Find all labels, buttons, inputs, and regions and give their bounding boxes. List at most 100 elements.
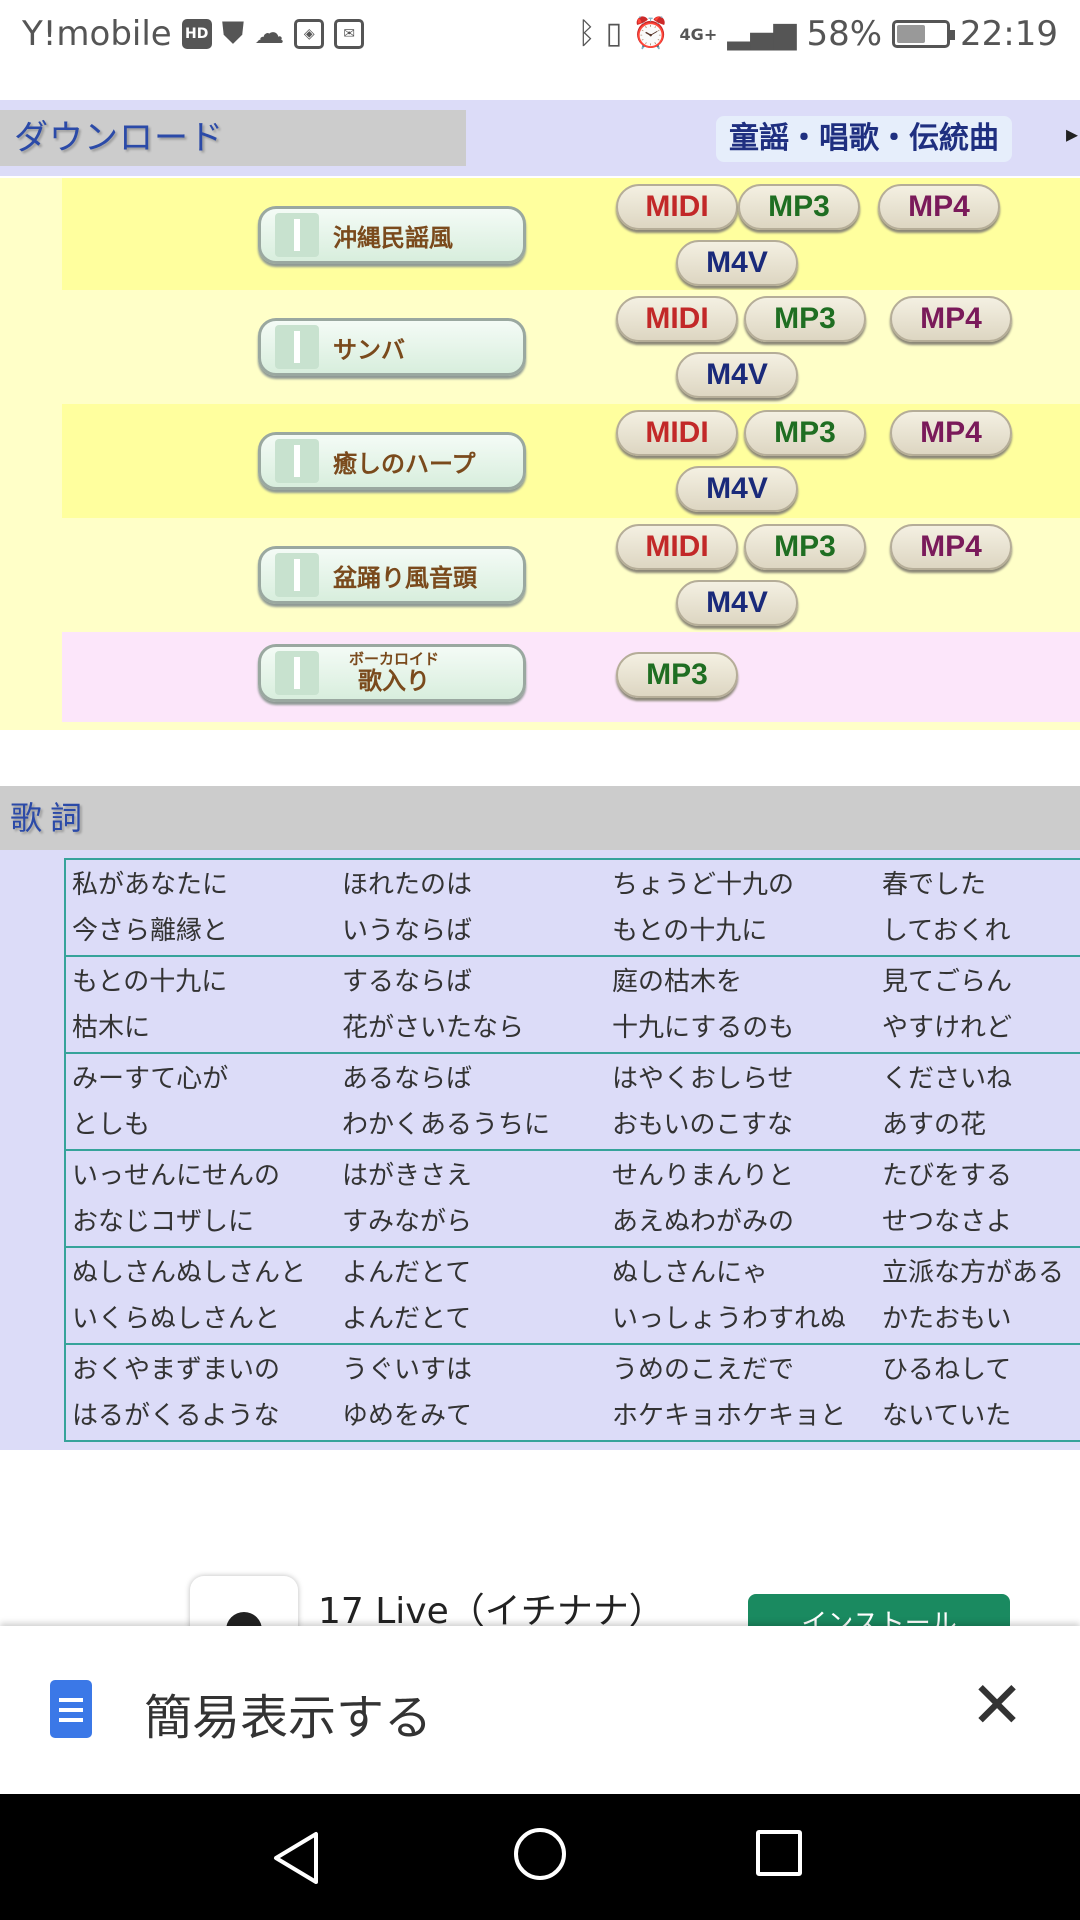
- navigation-bar: [0, 1794, 1080, 1920]
- format-mp3-button[interactable]: MP3: [744, 524, 866, 570]
- lyrics-verse: みーすて心が あるならば はやくおしらせ くださいね としも わかくあるうちに おもいのこす…: [64, 1054, 1080, 1151]
- document-icon: [50, 1680, 92, 1738]
- format-midi-button[interactable]: MIDI: [616, 296, 738, 342]
- lyrics-verse: おくやまずまいの うぐいすは うめのこえだで ひるねして はるがくるような ゆめをみて ホケ…: [64, 1345, 1080, 1442]
- lyrics-phrase: よんだとて: [342, 1258, 472, 1288]
- lyrics-phrase: 春でした: [882, 870, 987, 900]
- format-mp3-button[interactable]: MP3: [738, 184, 860, 230]
- lyrics-phrase: くださいね: [882, 1064, 1013, 1094]
- style-label: ボーカロイド 歌入り: [349, 651, 439, 695]
- install-button[interactable]: インストール: [748, 1594, 1010, 1630]
- carrier-label: Y!mobile: [22, 14, 172, 54]
- lyrics-verse: 私があなたに ほれたのは ちょうど十九の 春でした 今さら離縁と いうならば もとの十九に し…: [64, 860, 1080, 957]
- lyrics-phrase: おもいのこすな: [612, 1110, 793, 1140]
- lyrics-phrase: おなじコザしに: [72, 1207, 255, 1237]
- lyrics-phrase: 見てごらん: [882, 967, 1013, 997]
- battery-percent: 58%: [806, 14, 883, 54]
- category-tab[interactable]: 童謡・唱歌・伝統曲: [716, 116, 1012, 162]
- cloud-icon: ☁: [254, 16, 285, 51]
- browser-page: Y!mobile HD ⛊ ☁ ◈ ✉ ᛒ ▯ ⏰ 4G+ ▂▄▆ 58% 22…: [0, 0, 1080, 1920]
- lyrics-phrase: よんだとて: [342, 1304, 472, 1334]
- format-mp3-button[interactable]: MP3: [744, 410, 866, 456]
- lyrics-phrase: 庭の枯木を: [612, 967, 743, 997]
- lyrics-phrase: 枯木に: [72, 1013, 151, 1043]
- lyrics-phrase: ゆめをみて: [342, 1401, 473, 1431]
- home-icon[interactable]: [514, 1828, 566, 1880]
- lyrics-phrase: やすけれど: [882, 1013, 1013, 1043]
- style-button[interactable]: サンバ: [258, 318, 526, 376]
- style-button[interactable]: ボーカロイド 歌入り: [258, 644, 526, 702]
- app-ad[interactable]: 17 Live（イチナナ） インストール: [0, 1560, 1080, 1630]
- style-label: 癒しのハープ: [333, 449, 476, 478]
- download-row: 癒しのハープ MIDI MP3 MP4 M4V: [62, 404, 1080, 518]
- lyrics-phrase: いっせんにせんの: [72, 1161, 281, 1191]
- format-m4v-button[interactable]: M4V: [676, 466, 798, 512]
- lyrics-table: 私があなたに ほれたのは ちょうど十九の 春でした 今さら離縁と いうならば もとの十九にし…: [64, 858, 1080, 1442]
- network-type: 4G+: [679, 24, 718, 44]
- format-mp4-button[interactable]: MP4: [890, 410, 1012, 456]
- download-header: ダウンロード 童謡・唱歌・伝統曲 ▸: [0, 100, 1080, 176]
- lyrics-line: みーすて心が あるならば はやくおしらせ くださいね: [66, 1056, 1080, 1102]
- recents-icon[interactable]: [756, 1830, 802, 1876]
- format-midi-button[interactable]: MIDI: [616, 410, 738, 456]
- lyrics-phrase: せつなさよ: [882, 1207, 1013, 1237]
- lyrics-phrase: せんりまんりと: [612, 1161, 795, 1191]
- harp-icon: [275, 439, 319, 483]
- style-label-small: ボーカロイド: [349, 650, 440, 668]
- lyrics-phrase: しておくれ: [882, 916, 1011, 946]
- style-label: サンバ: [333, 335, 405, 364]
- format-mp4-button[interactable]: MP4: [890, 296, 1012, 342]
- lyrics-verse: いっせんにせんの はがきさえ せんりまんりと たびをする おなじコザしに すみながら あえぬ…: [64, 1151, 1080, 1248]
- lyrics-phrase: ちょうど十九の: [612, 870, 795, 900]
- maracas-icon: [275, 325, 319, 369]
- format-mp4-button[interactable]: MP4: [878, 184, 1000, 230]
- close-icon[interactable]: ✕: [962, 1666, 1032, 1746]
- vibrate-icon: ▯: [605, 16, 623, 51]
- next-arrow-icon[interactable]: ▸: [1066, 120, 1078, 148]
- lyrics-line: ぬしさんぬしさんと よんだとて ぬしさんにゃ 立派な方がある: [66, 1250, 1080, 1296]
- lyrics-line: としも わかくあるうちに おもいのこすな あすの花: [66, 1102, 1080, 1148]
- format-m4v-button[interactable]: M4V: [676, 580, 798, 626]
- lyrics-phrase: うぐいすは: [342, 1355, 473, 1385]
- style-label: 沖縄民謡風: [333, 223, 453, 252]
- format-midi-button[interactable]: MIDI: [616, 184, 738, 230]
- format-m4v-button[interactable]: M4V: [676, 240, 798, 286]
- back-icon[interactable]: [272, 1830, 322, 1886]
- lyrics-phrase: すみながら: [342, 1207, 473, 1237]
- lyrics-phrase: ひるねして: [882, 1355, 1012, 1385]
- format-mp3-button[interactable]: MP3: [744, 296, 866, 342]
- signal-icon: ▂▄▆: [727, 16, 797, 51]
- status-bar: Y!mobile HD ⛊ ☁ ◈ ✉ ᛒ ▯ ⏰ 4G+ ▂▄▆ 58% 22…: [0, 0, 1080, 74]
- format-mp4-button[interactable]: MP4: [890, 524, 1012, 570]
- lyrics-line: 今さら離縁と いうならば もとの十九に しておくれ: [66, 908, 1080, 954]
- lyrics-phrase: もとの十九に: [72, 967, 228, 997]
- lyrics-phrase: ホケキョホケキョと: [612, 1401, 847, 1431]
- lyrics-phrase: はるがくるような: [72, 1401, 280, 1431]
- download-row: サンバ MIDI MP3 MP4 M4V: [62, 290, 1080, 404]
- alarm-icon: ⏰: [632, 16, 670, 51]
- sanshin-icon: [275, 553, 319, 597]
- style-button[interactable]: 沖縄民謡風: [258, 206, 526, 264]
- style-label: 盆踊り風音頭: [333, 563, 477, 592]
- format-mp3-button[interactable]: MP3: [616, 652, 738, 698]
- simple-view-bar: 簡易表示する ✕: [0, 1626, 1080, 1794]
- lyrics-phrase: 私があなたに: [72, 870, 229, 900]
- lyrics-title: 歌詞: [0, 786, 1080, 850]
- lyrics-phrase: みーすて心が: [72, 1064, 229, 1094]
- lyrics-phrase: かたおもい: [882, 1304, 1012, 1334]
- download-row: ボーカロイド 歌入り MP3: [62, 632, 1080, 722]
- lyrics-phrase: たびをする: [882, 1161, 1013, 1191]
- lyrics-line: 私があなたに ほれたのは ちょうど十九の 春でした: [66, 862, 1080, 908]
- style-button[interactable]: 癒しのハープ: [258, 432, 526, 490]
- ad-app-name: 17 Live（イチナナ）: [318, 1591, 665, 1630]
- lyrics-phrase: はやくおしらせ: [612, 1064, 794, 1094]
- style-label-main: 歌入り: [358, 667, 430, 695]
- lyrics-phrase: 花がさいたなら: [342, 1013, 525, 1043]
- lyrics-phrase: 十九にするのも: [612, 1013, 795, 1043]
- simple-view-button[interactable]: 簡易表示する: [144, 1678, 432, 1748]
- format-midi-button[interactable]: MIDI: [616, 524, 738, 570]
- battery-level: [897, 25, 926, 43]
- format-m4v-button[interactable]: M4V: [676, 352, 798, 398]
- lyrics-phrase: 今さら離縁と: [72, 916, 229, 946]
- style-button[interactable]: 盆踊り風音頭: [258, 546, 526, 604]
